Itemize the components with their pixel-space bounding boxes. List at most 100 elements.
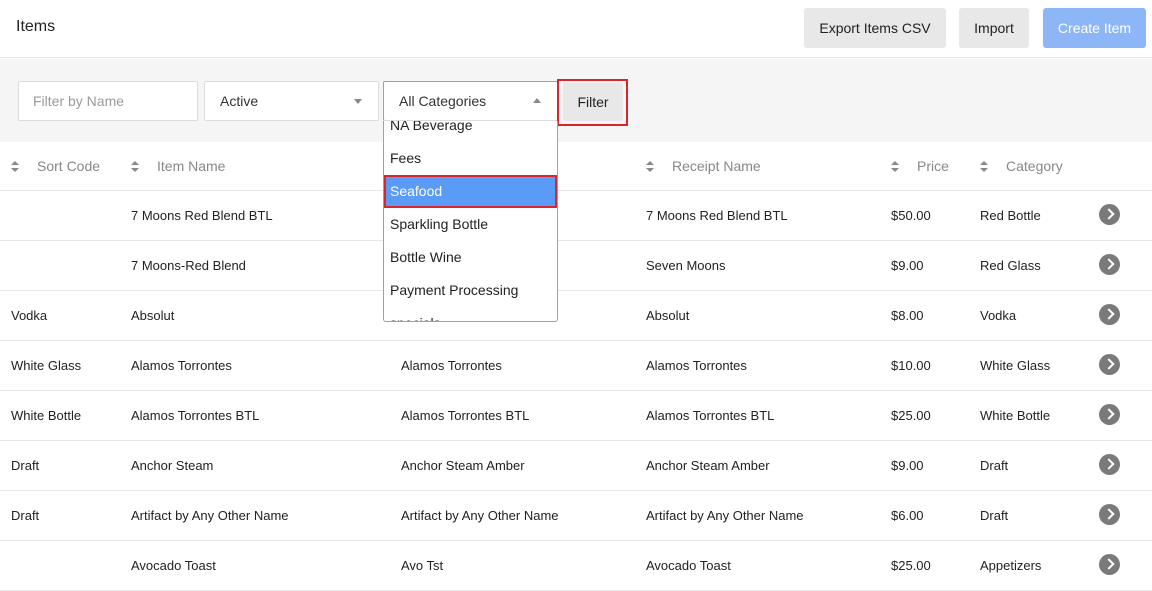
table-row[interactable]: Draft Anchor Steam Anchor Steam Amber An… (0, 441, 1152, 491)
column-header-receipt-name[interactable]: Receipt Name (646, 158, 761, 174)
dropdown-option-specials[interactable]: specials (384, 307, 557, 321)
column-label: Category (1006, 158, 1063, 174)
cell-short-name: Anchor Steam Amber (401, 458, 525, 473)
cell-item-name: Absolut (131, 308, 175, 323)
dropdown-option-payment-processing[interactable]: Payment Processing (384, 274, 557, 307)
table-row[interactable]: 7 Moons-Red Blend Seven Moons $9.00 Red … (0, 241, 1152, 291)
export-items-csv-button[interactable]: Export Items CSV (804, 8, 946, 48)
dropdown-option-seafood[interactable]: Seafood (384, 175, 557, 208)
cell-receipt-name: Alamos Torrontes BTL (646, 408, 775, 423)
cell-item-name: 7 Moons-Red Blend (131, 258, 246, 273)
cell-category: Draft (980, 508, 1009, 523)
column-label: Receipt Name (672, 158, 761, 174)
cell-category: Red Bottle (980, 208, 1041, 223)
table-row[interactable]: Avocado Toast Avo Tst Avocado Toast $25.… (0, 541, 1152, 591)
items-table: Sort Code Item Name Receipt Name Price C… (0, 142, 1152, 591)
cell-item-name: Artifact by Any Other Name (131, 508, 289, 523)
table-row[interactable]: White Glass Alamos Torrontes Alamos Torr… (0, 341, 1152, 391)
status-select[interactable]: Active (204, 81, 379, 121)
create-item-button[interactable]: Create Item (1043, 8, 1146, 48)
column-label: Item Name (157, 158, 226, 174)
sort-icon (11, 160, 19, 172)
cell-item-name: 7 Moons Red Blend BTL (131, 208, 273, 223)
cell-receipt-name: Anchor Steam Amber (646, 458, 770, 473)
cell-category: Vodka (980, 308, 1017, 323)
chevron-right-icon[interactable] (1099, 504, 1120, 525)
chevron-right-icon[interactable] (1099, 254, 1120, 275)
items-page: Items Export Items CSV Import Create Ite… (0, 0, 1152, 591)
column-label: Sort Code (37, 158, 101, 174)
cell-price: $6.00 (891, 508, 924, 523)
chevron-right-icon[interactable] (1099, 554, 1120, 575)
status-select-value: Active (220, 93, 259, 109)
page-header: Items Export Items CSV Import Create Ite… (0, 0, 1152, 58)
cell-price: $25.00 (891, 408, 931, 423)
cell-receipt-name: Absolut (646, 308, 690, 323)
cell-category: Draft (980, 458, 1009, 473)
cell-item-name: Alamos Torrontes BTL (131, 408, 260, 423)
category-dropdown-list[interactable]: NA Beverage Fees Seafood Sparkling Bottl… (383, 121, 558, 322)
category-select-value: All Categories (399, 93, 487, 109)
table-row[interactable]: White Bottle Alamos Torrontes BTL Alamos… (0, 391, 1152, 441)
cell-sort-code: White Glass (11, 358, 82, 373)
cell-price: $10.00 (891, 358, 931, 373)
dropdown-option-sparkling-bottle[interactable]: Sparkling Bottle (384, 208, 557, 241)
sort-icon (131, 160, 139, 172)
cell-category: Red Glass (980, 258, 1041, 273)
cell-price: $9.00 (891, 458, 924, 473)
cell-short-name: Alamos Torrontes BTL (401, 408, 530, 423)
chevron-right-icon[interactable] (1099, 304, 1120, 325)
cell-price: $50.00 (891, 208, 931, 223)
filter-button[interactable]: Filter (563, 83, 623, 121)
column-header-sort-code[interactable]: Sort Code (11, 158, 100, 174)
category-dropdown-options: NA Beverage Fees Seafood Sparkling Bottl… (384, 121, 557, 321)
cell-sort-code: White Bottle (11, 408, 82, 423)
column-header-item-name[interactable]: Item Name (131, 158, 225, 174)
chevron-down-icon (354, 99, 362, 104)
cell-item-name: Alamos Torrontes (131, 358, 232, 373)
cell-category: White Glass (980, 358, 1051, 373)
dropdown-option-bottle-wine[interactable]: Bottle Wine (384, 241, 557, 274)
cell-price: $8.00 (891, 308, 924, 323)
cell-receipt-name: Artifact by Any Other Name (646, 508, 804, 523)
table-row[interactable]: Vodka Absolut Absolut $8.00 Vodka (0, 291, 1152, 341)
cell-category: Appetizers (980, 558, 1042, 573)
chevron-right-icon[interactable] (1099, 204, 1120, 225)
cell-price: $9.00 (891, 258, 924, 273)
column-header-category[interactable]: Category (980, 158, 1063, 174)
table-row[interactable]: Draft Artifact by Any Other Name Artifac… (0, 491, 1152, 541)
cell-short-name: Avo Tst (401, 558, 444, 573)
dropdown-option-fees[interactable]: Fees (384, 142, 557, 175)
category-select[interactable]: All Categories (383, 81, 558, 121)
dropdown-option-na-beverage[interactable]: NA Beverage (384, 121, 557, 142)
filter-button-highlight: Filter (557, 79, 628, 126)
filter-by-name-input[interactable] (18, 81, 198, 121)
page-title: Items (16, 18, 56, 35)
cell-receipt-name: 7 Moons Red Blend BTL (646, 208, 788, 223)
cell-short-name: Alamos Torrontes (401, 358, 502, 373)
table-row[interactable]: 7 Moons Red Blend BTL 7 Moons Red Blend … (0, 191, 1152, 241)
chevron-right-icon[interactable] (1099, 454, 1120, 475)
column-label: Price (917, 158, 949, 174)
table-header: Sort Code Item Name Receipt Name Price C… (0, 142, 1152, 191)
cell-receipt-name: Alamos Torrontes (646, 358, 747, 373)
cell-sort-code: Vodka (11, 308, 48, 323)
sort-icon (646, 160, 654, 172)
cell-item-name: Avocado Toast (131, 558, 216, 573)
column-header-price[interactable]: Price (891, 158, 949, 174)
chevron-right-icon[interactable] (1099, 404, 1120, 425)
cell-sort-code: Draft (11, 458, 40, 473)
filter-bar: Active All Categories Filter (0, 59, 1152, 142)
cell-category: White Bottle (980, 408, 1051, 423)
cell-sort-code: Draft (11, 508, 40, 523)
cell-price: $25.00 (891, 558, 931, 573)
cell-receipt-name: Seven Moons (646, 258, 726, 273)
cell-short-name: Artifact by Any Other Name (401, 508, 559, 523)
cell-item-name: Anchor Steam (131, 458, 214, 473)
sort-icon (891, 160, 899, 172)
chevron-up-icon (533, 98, 541, 103)
sort-icon (980, 160, 988, 172)
import-button[interactable]: Import (959, 8, 1029, 48)
cell-receipt-name: Avocado Toast (646, 558, 731, 573)
chevron-right-icon[interactable] (1099, 354, 1120, 375)
